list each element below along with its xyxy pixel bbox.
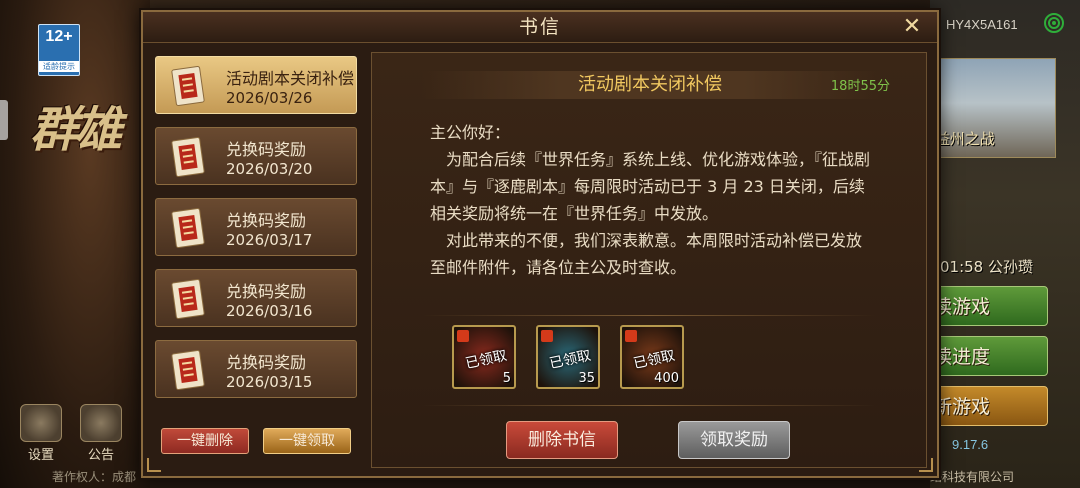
new-game-button[interactable]: 新游戏 xyxy=(926,386,1048,426)
age-rating-label: 适龄提示 xyxy=(39,61,79,72)
reward-count: 5 xyxy=(502,371,511,386)
letter-content-panel: 活动剧本关闭补偿 18时55分 主公你好： 为配合后续『世界任务』系统上线、优化… xyxy=(371,52,927,468)
reward-item[interactable]: 已领取 35 xyxy=(536,325,600,389)
announcement-button[interactable]: 公告 xyxy=(74,404,128,463)
reward-flag-icon xyxy=(457,330,469,342)
reward-item[interactable]: 已领取 400 xyxy=(620,325,684,389)
letter-paragraph: 为配合后续『世界任务』系统上线、优化游戏体验，『征战剧本』与『逐鹿剧本』每周限时… xyxy=(430,150,871,223)
mail-item[interactable]: 活动剧本关闭补偿 2026/03/26 xyxy=(155,56,357,114)
copyright-text-left: 著作权人：成都 xyxy=(52,470,137,484)
letter-scroll-icon xyxy=(171,136,205,178)
claimed-stamp: 已领取 xyxy=(548,347,593,373)
letter-scroll-icon xyxy=(171,278,205,320)
save-slot-info: 01:58 公孙瓒 xyxy=(940,258,1033,276)
version-number: 9.17.6 xyxy=(952,437,989,452)
mail-item[interactable]: 兑换码奖励 2026/03/17 xyxy=(155,198,357,256)
reward-item[interactable]: 已领取 5 xyxy=(452,325,516,389)
mail-date: 2026/03/26 xyxy=(226,89,313,107)
settings-label: 设置 xyxy=(27,448,54,463)
delete-letter-button[interactable]: 删除书信 xyxy=(506,421,618,459)
mail-item[interactable]: 兑换码奖励 2026/03/15 xyxy=(155,340,357,398)
mail-title: 兑换码奖励 xyxy=(226,353,307,372)
delete-all-button[interactable]: 一键删除 xyxy=(161,428,249,454)
claim-reward-button[interactable]: 领取奖励 xyxy=(678,421,790,459)
continue-game-button[interactable]: 续游戏 xyxy=(926,286,1048,326)
dialog-title: 书信 xyxy=(518,16,561,38)
load-progress-button[interactable]: 读进度 xyxy=(926,336,1048,376)
mail-title: 活动剧本关闭补偿 xyxy=(226,69,355,88)
mail-date: 2026/03/16 xyxy=(226,302,313,320)
mail-date: 2026/03/15 xyxy=(226,373,313,391)
letters-dialog: 书信 ✕ 活动剧本关闭补偿 2026/03/26 兑换码奖励 2026/03/20 兑换… xyxy=(141,10,939,478)
close-icon[interactable]: ✕ xyxy=(901,16,923,38)
mail-date: 2026/03/17 xyxy=(226,231,313,249)
mail-title: 兑换码奖励 xyxy=(226,211,307,230)
reward-flag-icon xyxy=(541,330,553,342)
gear-icon xyxy=(20,404,62,442)
account-id: HY4X5A161 xyxy=(946,17,1018,32)
side-drawer-handle[interactable] xyxy=(0,100,8,140)
mail-item[interactable]: 兑换码奖励 2026/03/20 xyxy=(155,127,357,185)
settings-button[interactable]: 设置 xyxy=(14,404,68,463)
game-logo: 群雄 xyxy=(30,102,122,158)
announcement-label: 公告 xyxy=(87,448,114,463)
mail-item[interactable]: 兑换码奖励 2026/03/16 xyxy=(155,269,357,327)
mail-title: 兑换码奖励 xyxy=(226,140,307,159)
corner-ornament xyxy=(147,458,161,472)
letter-scroll-icon xyxy=(171,207,205,249)
reward-count: 35 xyxy=(578,371,595,386)
age-rating-badge: 12+ 适龄提示 xyxy=(38,24,80,76)
letter-scroll-icon xyxy=(171,349,205,391)
claimed-stamp: 已领取 xyxy=(464,347,509,373)
divider xyxy=(422,405,876,406)
network-signal-icon xyxy=(1044,13,1064,33)
age-rating-number: 12+ xyxy=(45,28,73,45)
divider xyxy=(422,315,876,316)
mail-title: 兑换码奖励 xyxy=(226,282,307,301)
claim-all-button[interactable]: 一键领取 xyxy=(263,428,351,454)
mail-date: 2026/03/20 xyxy=(226,160,313,178)
copyright-text-right: 络科技有限公司 xyxy=(930,470,1015,484)
reward-flag-icon xyxy=(625,330,637,342)
dialog-title-bar: 书信 xyxy=(143,12,937,43)
letter-body: 主公你好： 为配合后续『世界任务』系统上线、优化游戏体验，『征战剧本』与『逐鹿剧… xyxy=(430,119,870,281)
letter-paragraph: 对此带来的不便，我们深表歉意。本周限时活动补偿已发放至邮件附件，请各位主公及时查… xyxy=(430,231,863,277)
letter-greeting: 主公你好： xyxy=(430,123,511,142)
letter-scroll-icon xyxy=(171,65,205,107)
scenario-label: ·益州之战 xyxy=(930,130,995,148)
announcement-icon xyxy=(80,404,122,442)
claimed-stamp: 已领取 xyxy=(632,347,677,373)
reward-count: 400 xyxy=(654,371,679,386)
expiry-timer: 18时55分 xyxy=(830,79,890,94)
